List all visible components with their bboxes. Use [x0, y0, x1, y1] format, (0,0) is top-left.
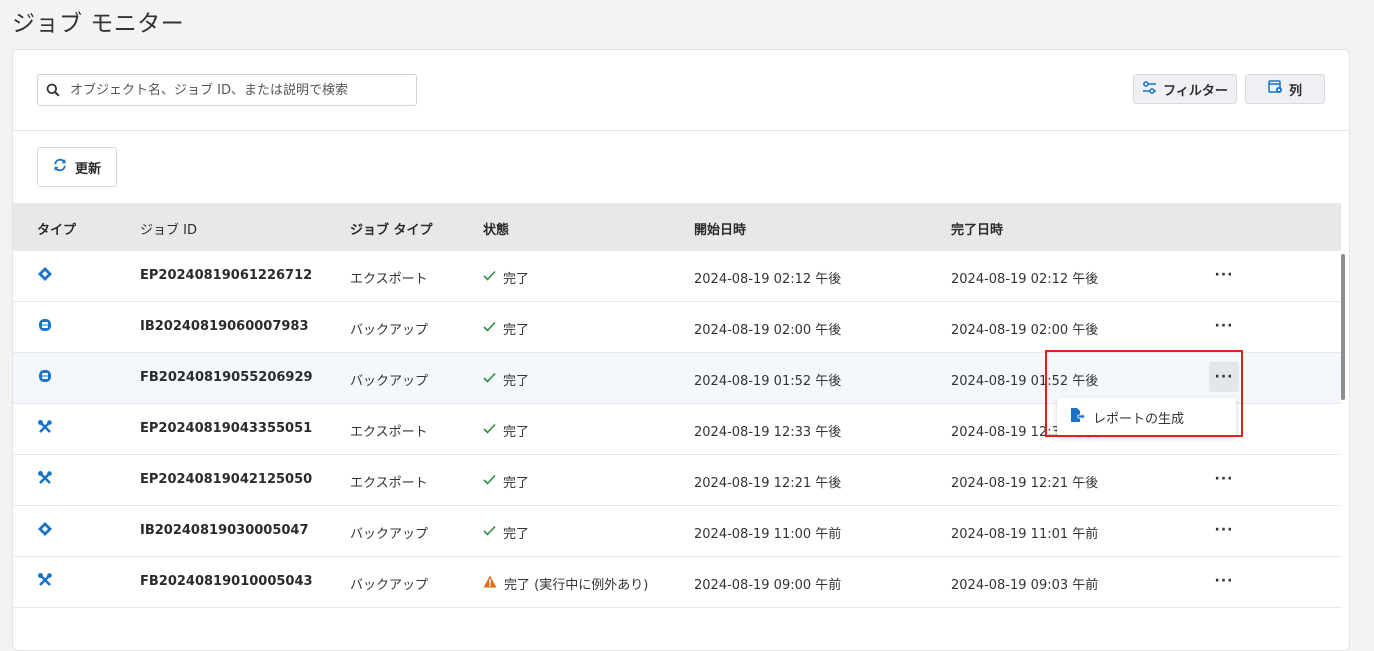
columns-settings-icon: [1268, 80, 1283, 98]
job-type: バックアップ: [350, 374, 429, 389]
job-id: FB20240819055206929: [140, 370, 313, 385]
header-status[interactable]: 状態: [483, 219, 509, 238]
job-status: 完了 (実行中に例外あり): [483, 574, 648, 593]
status-text: 完了 (実行中に例外あり): [504, 578, 649, 593]
toolbar-divider: [13, 130, 1349, 131]
check-icon: [483, 423, 496, 438]
start-time: 2024-08-19 12:21 午後: [694, 476, 842, 491]
table-row[interactable]: FB20240819055206929 バックアップ 完了 2024-08-19…: [13, 353, 1341, 404]
database-icon: [37, 317, 53, 337]
job-status: 完了: [483, 523, 529, 542]
job-id: EP20240819061226712: [140, 268, 313, 283]
table-row[interactable]: FB20240819010005043 バックアップ 完了 (実行中に例外あり)…: [13, 557, 1341, 608]
page-title: ジョブ モニター: [12, 11, 185, 37]
check-icon: [483, 525, 496, 540]
refresh-icon: [53, 158, 67, 176]
status-text: 完了: [503, 425, 530, 440]
status-text: 完了: [503, 323, 530, 338]
search-box[interactable]: [37, 74, 417, 106]
diamond-export-icon: [37, 521, 53, 541]
check-icon: [483, 321, 496, 336]
job-status: 完了: [483, 319, 529, 338]
table-header: タイプ ジョブ ID ジョブ タイプ 状態 開始日時 完了日時: [13, 203, 1341, 251]
generate-report-label: レポートの生成: [1093, 411, 1185, 427]
header-start[interactable]: 開始日時: [694, 219, 746, 238]
header-job-id[interactable]: ジョブ ID: [140, 219, 197, 238]
check-icon: [483, 372, 496, 387]
header-end[interactable]: 完了日時: [951, 219, 1003, 238]
more-actions-button[interactable]: ···: [1209, 566, 1239, 596]
end-time: 2024-08-19 02:12 午後: [951, 272, 1099, 287]
job-type: エクスポート: [350, 425, 428, 440]
tools-icon: [37, 470, 53, 490]
job-type: エクスポート: [350, 272, 428, 287]
job-status: 完了: [483, 472, 529, 491]
job-id: FB20240819010005043: [140, 574, 313, 589]
tools-icon: [37, 419, 53, 439]
status-text: 完了: [503, 476, 530, 491]
diamond-export-icon: [37, 266, 53, 286]
header-job-type[interactable]: ジョブ タイプ: [350, 219, 433, 238]
more-actions-button[interactable]: ···: [1209, 311, 1239, 341]
job-type: エクスポート: [350, 476, 428, 491]
refresh-button[interactable]: 更新: [37, 147, 117, 187]
job-type: バックアップ: [350, 578, 429, 593]
table-row[interactable]: IB20240819060007983 バックアップ 完了 2024-08-19…: [13, 302, 1341, 353]
check-icon: [483, 270, 496, 285]
job-id: EP20240819042125050: [140, 472, 313, 487]
start-time: 2024-08-19 11:00 午前: [694, 527, 842, 542]
start-time: 2024-08-19 01:52 午後: [694, 374, 842, 389]
start-time: 2024-08-19 02:00 午後: [694, 323, 842, 338]
job-id: IB20240819060007983: [140, 319, 309, 334]
start-time: 2024-08-19 02:12 午後: [694, 272, 842, 287]
job-type: バックアップ: [350, 323, 429, 338]
filter-button-label: フィルター: [1163, 83, 1228, 99]
table-row[interactable]: EP20240819042125050 エクスポート 完了 2024-08-19…: [13, 455, 1341, 506]
job-status: 完了: [483, 268, 529, 287]
job-status: 完了: [483, 421, 529, 440]
generate-report-menu-item[interactable]: レポートの生成: [1057, 398, 1236, 436]
start-time: 2024-08-19 09:00 午前: [694, 578, 842, 593]
more-actions-button[interactable]: ···: [1209, 464, 1239, 494]
more-actions-button[interactable]: ···: [1209, 362, 1239, 392]
status-text: 完了: [503, 527, 530, 542]
warning-icon: [483, 575, 497, 592]
more-actions-button[interactable]: ···: [1209, 260, 1239, 290]
search-icon: [38, 83, 68, 97]
database-icon: [37, 368, 53, 388]
filter-sliders-icon: [1142, 80, 1157, 98]
end-time: 2024-08-19 09:03 午前: [951, 578, 1099, 593]
header-type[interactable]: タイプ: [37, 219, 76, 238]
end-time: 2024-08-19 12:21 午後: [951, 476, 1099, 491]
end-time: 2024-08-19 11:01 午前: [951, 527, 1099, 542]
job-id: EP20240819043355051: [140, 421, 313, 436]
refresh-button-label: 更新: [74, 161, 101, 177]
end-time: 2024-08-19 01:52 午後: [951, 374, 1099, 389]
vertical-scrollbar[interactable]: [1341, 254, 1345, 400]
status-text: 完了: [503, 374, 530, 389]
status-text: 完了: [503, 272, 530, 287]
more-actions-button[interactable]: ···: [1209, 515, 1239, 545]
columns-button-label: 列: [1288, 83, 1302, 99]
table-row[interactable]: IB20240819030005047 バックアップ 完了 2024-08-19…: [13, 506, 1341, 557]
table-row[interactable]: EP20240819061226712 エクスポート 完了 2024-08-19…: [13, 251, 1341, 302]
columns-button[interactable]: 列: [1245, 74, 1325, 104]
job-type: バックアップ: [350, 527, 429, 542]
job-monitor-panel: フィルター 列 更新 タイプ ジョブ ID ジョブ タイプ 状態 開始日時 完了…: [12, 49, 1350, 651]
end-time: 2024-08-19 02:00 午後: [951, 323, 1099, 338]
tools-icon: [37, 572, 53, 592]
check-icon: [483, 474, 496, 489]
filter-button[interactable]: フィルター: [1133, 74, 1237, 104]
job-id: IB20240819030005047: [140, 523, 309, 538]
report-export-icon: [1069, 407, 1086, 427]
job-status: 完了: [483, 370, 529, 389]
start-time: 2024-08-19 12:33 午後: [694, 425, 842, 440]
search-input[interactable]: [68, 81, 412, 99]
